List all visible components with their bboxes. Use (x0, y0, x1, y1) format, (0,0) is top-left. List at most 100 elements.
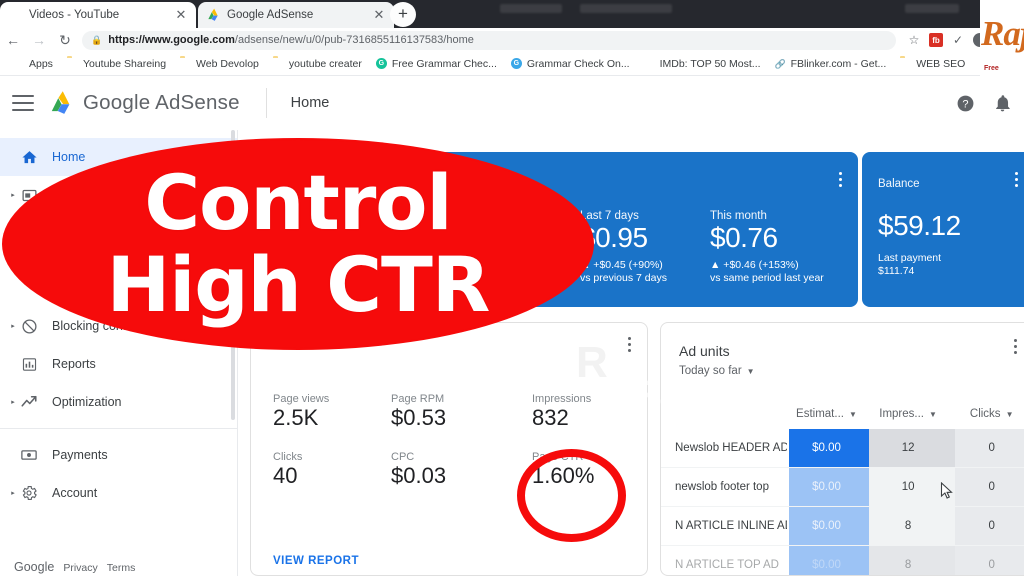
terms-link[interactable]: Terms (107, 562, 136, 574)
tab-title: Google AdSense (227, 9, 314, 21)
sidebar-item-label: Optimization (52, 395, 122, 409)
payments-icon (18, 446, 40, 464)
url-text: https://www.google.com/adsense/new/u/0/p… (108, 34, 474, 46)
link-icon: 🔗 (774, 59, 786, 69)
adsense-logo-icon (51, 91, 70, 114)
bookmark-apps[interactable]: Apps (6, 54, 60, 74)
privacy-link[interactable]: Privacy (63, 562, 97, 574)
chevron-down-icon: ▼ (929, 409, 937, 419)
metric-label: Last 7 days (580, 210, 639, 222)
stat-value: 2.5K (273, 405, 319, 430)
url-path: /adsense/new/u/0/pub-7316855116137583/ho… (234, 34, 474, 46)
ad-unit-clicks: 0 (988, 559, 995, 571)
mouse-cursor (940, 482, 953, 499)
adsense-header: Google AdSense Home ? (0, 77, 1024, 130)
adsense-icon (206, 8, 220, 22)
date-range-selector[interactable]: Today so far ▼ (679, 365, 755, 377)
ad-unit-impressions: 8 (904, 520, 912, 532)
sidebar-item-label: Account (52, 486, 98, 500)
browser-tab-adsense[interactable]: Google AdSense ✕ (198, 2, 394, 28)
column-header-impressions[interactable]: Impres... ▼ (866, 408, 951, 420)
lock-icon: 🔒 (91, 34, 103, 45)
forward-icon[interactable]: → (26, 28, 52, 52)
more-options-icon[interactable] (1015, 172, 1018, 190)
bookmark-star-icon[interactable]: ☆ (903, 29, 925, 51)
hamburger-menu-icon[interactable] (12, 95, 34, 111)
brand-title: Google AdSense (83, 91, 240, 114)
window-ghost-text-2 (580, 4, 672, 13)
stat-value: 40 (273, 463, 298, 488)
bookmark-imdb[interactable]: IMDb: TOP 50 Most... (637, 54, 768, 74)
back-icon[interactable]: ← (0, 28, 26, 52)
page-title: Home (290, 95, 330, 111)
bookmark-youtube-shareing[interactable]: Youtube Shareing (60, 54, 173, 74)
metric-label: This month (710, 210, 767, 222)
r-watermark: R (576, 338, 608, 387)
ad-units-table-header: Estimat... ▼ Impres... ▼ Clicks ▼ (661, 399, 1024, 429)
more-options-icon[interactable] (1014, 339, 1017, 357)
bookmark-web-devolop[interactable]: Web Devolop (173, 54, 266, 74)
checkmark-extension-icon[interactable]: ✓ (947, 29, 969, 51)
window-ghost-text-3 (905, 4, 959, 13)
table-row[interactable]: N ARTICLE INLINE AD $0.00 8 0 (661, 507, 1024, 546)
table-row[interactable]: Newslob HEADER AD... $0.00 12 0 (661, 429, 1024, 468)
metric-delta-sub: vs same period last year (710, 272, 824, 284)
folder-icon (180, 56, 192, 69)
stat-label: CPC (391, 451, 415, 463)
address-bar[interactable]: 🔒 https://www.google.com/adsense/new/u/0… (82, 30, 896, 50)
ad-unit-estimated: $0.00 (812, 559, 841, 571)
browser-tab-youtube[interactable]: Videos - YouTube ✕ (0, 2, 196, 28)
stat-clicks: Clicks 40 (273, 451, 302, 489)
bookmark-web-seo[interactable]: WEB SEO (893, 54, 972, 74)
stat-page-rpm: Page RPM $0.53 (391, 393, 446, 431)
balance-title: Balance (878, 178, 920, 190)
sidebar-item-payments[interactable]: Payments (0, 436, 237, 474)
bookmark-fblinker[interactable]: 🔗 FBlinker.com - Get... (768, 54, 894, 74)
reload-icon[interactable]: ↻ (52, 28, 78, 52)
date-range-label: Today so far (679, 365, 742, 377)
column-header-clicks[interactable]: Clicks ▼ (950, 408, 1024, 420)
chevron-right-icon: ▸ (11, 399, 15, 406)
new-tab-button[interactable]: + (390, 2, 416, 27)
last-payment-value: $111.74 (878, 265, 915, 277)
more-options-icon[interactable] (839, 172, 842, 190)
column-header-estimated[interactable]: Estimat... ▼ (787, 408, 866, 420)
metric-delta: ▲ +$0.45 (+90%) (580, 259, 663, 271)
apps-grid-icon (13, 58, 24, 69)
stat-value: $0.03 (391, 463, 447, 488)
close-icon[interactable]: ✕ (372, 8, 386, 22)
sidebar-item-account[interactable]: ▸ Account (0, 474, 237, 512)
table-row[interactable]: newslob footer top $0.00 10 0 (661, 468, 1024, 507)
table-row[interactable]: N ARTICLE TOP AD $0.00 8 0 (661, 546, 1024, 575)
chevron-right-icon: ▸ (11, 490, 15, 497)
google-wordmark: Google (14, 560, 55, 574)
ad-unit-clicks: 0 (988, 481, 995, 493)
bookmark-youtube-creater[interactable]: youtube creater (266, 54, 369, 74)
corner-logo-text: Raj (981, 14, 1024, 53)
bell-icon[interactable] (993, 94, 1012, 113)
ad-units-card[interactable]: Ad units Today so far ▼ Estimat... ▼ Imp… (660, 322, 1024, 576)
stat-impressions: Impressions 832 (532, 393, 591, 431)
ad-unit-clicks: 0 (988, 520, 995, 532)
bookmark-grammar-check-online[interactable]: G Grammar Check On... (504, 54, 637, 74)
ad-unit-estimated: $0.00 (812, 442, 841, 454)
sidebar-item-optimization[interactable]: ▸ Optimization (0, 383, 237, 421)
gear-icon (18, 484, 40, 502)
bookmark-label: youtube creater (288, 57, 362, 70)
fbdownloader-extension-icon[interactable]: fb (925, 29, 947, 51)
bookmark-free-grammar-check[interactable]: G Free Grammar Chec... (369, 54, 504, 74)
sidebar-item-label: Reports (52, 357, 96, 371)
view-report-link[interactable]: VIEW REPORT (273, 555, 359, 567)
ad-unit-impressions: 10 (901, 481, 915, 493)
corner-logo-sub: Free (984, 65, 999, 72)
bookmark-label: Free Grammar Chec... (391, 57, 497, 70)
close-icon[interactable]: ✕ (174, 8, 188, 22)
ad-unit-estimated: $0.00 (812, 520, 841, 532)
more-options-icon[interactable] (628, 337, 631, 355)
sidebar-item-reports[interactable]: Reports (0, 345, 237, 383)
chevron-down-icon: ▼ (848, 409, 857, 419)
folder-icon (272, 56, 284, 69)
balance-card[interactable]: Balance $59.12 Last payment $111.74 (862, 152, 1024, 307)
window-ghost-text-1 (500, 4, 562, 13)
help-icon[interactable]: ? (956, 94, 975, 113)
